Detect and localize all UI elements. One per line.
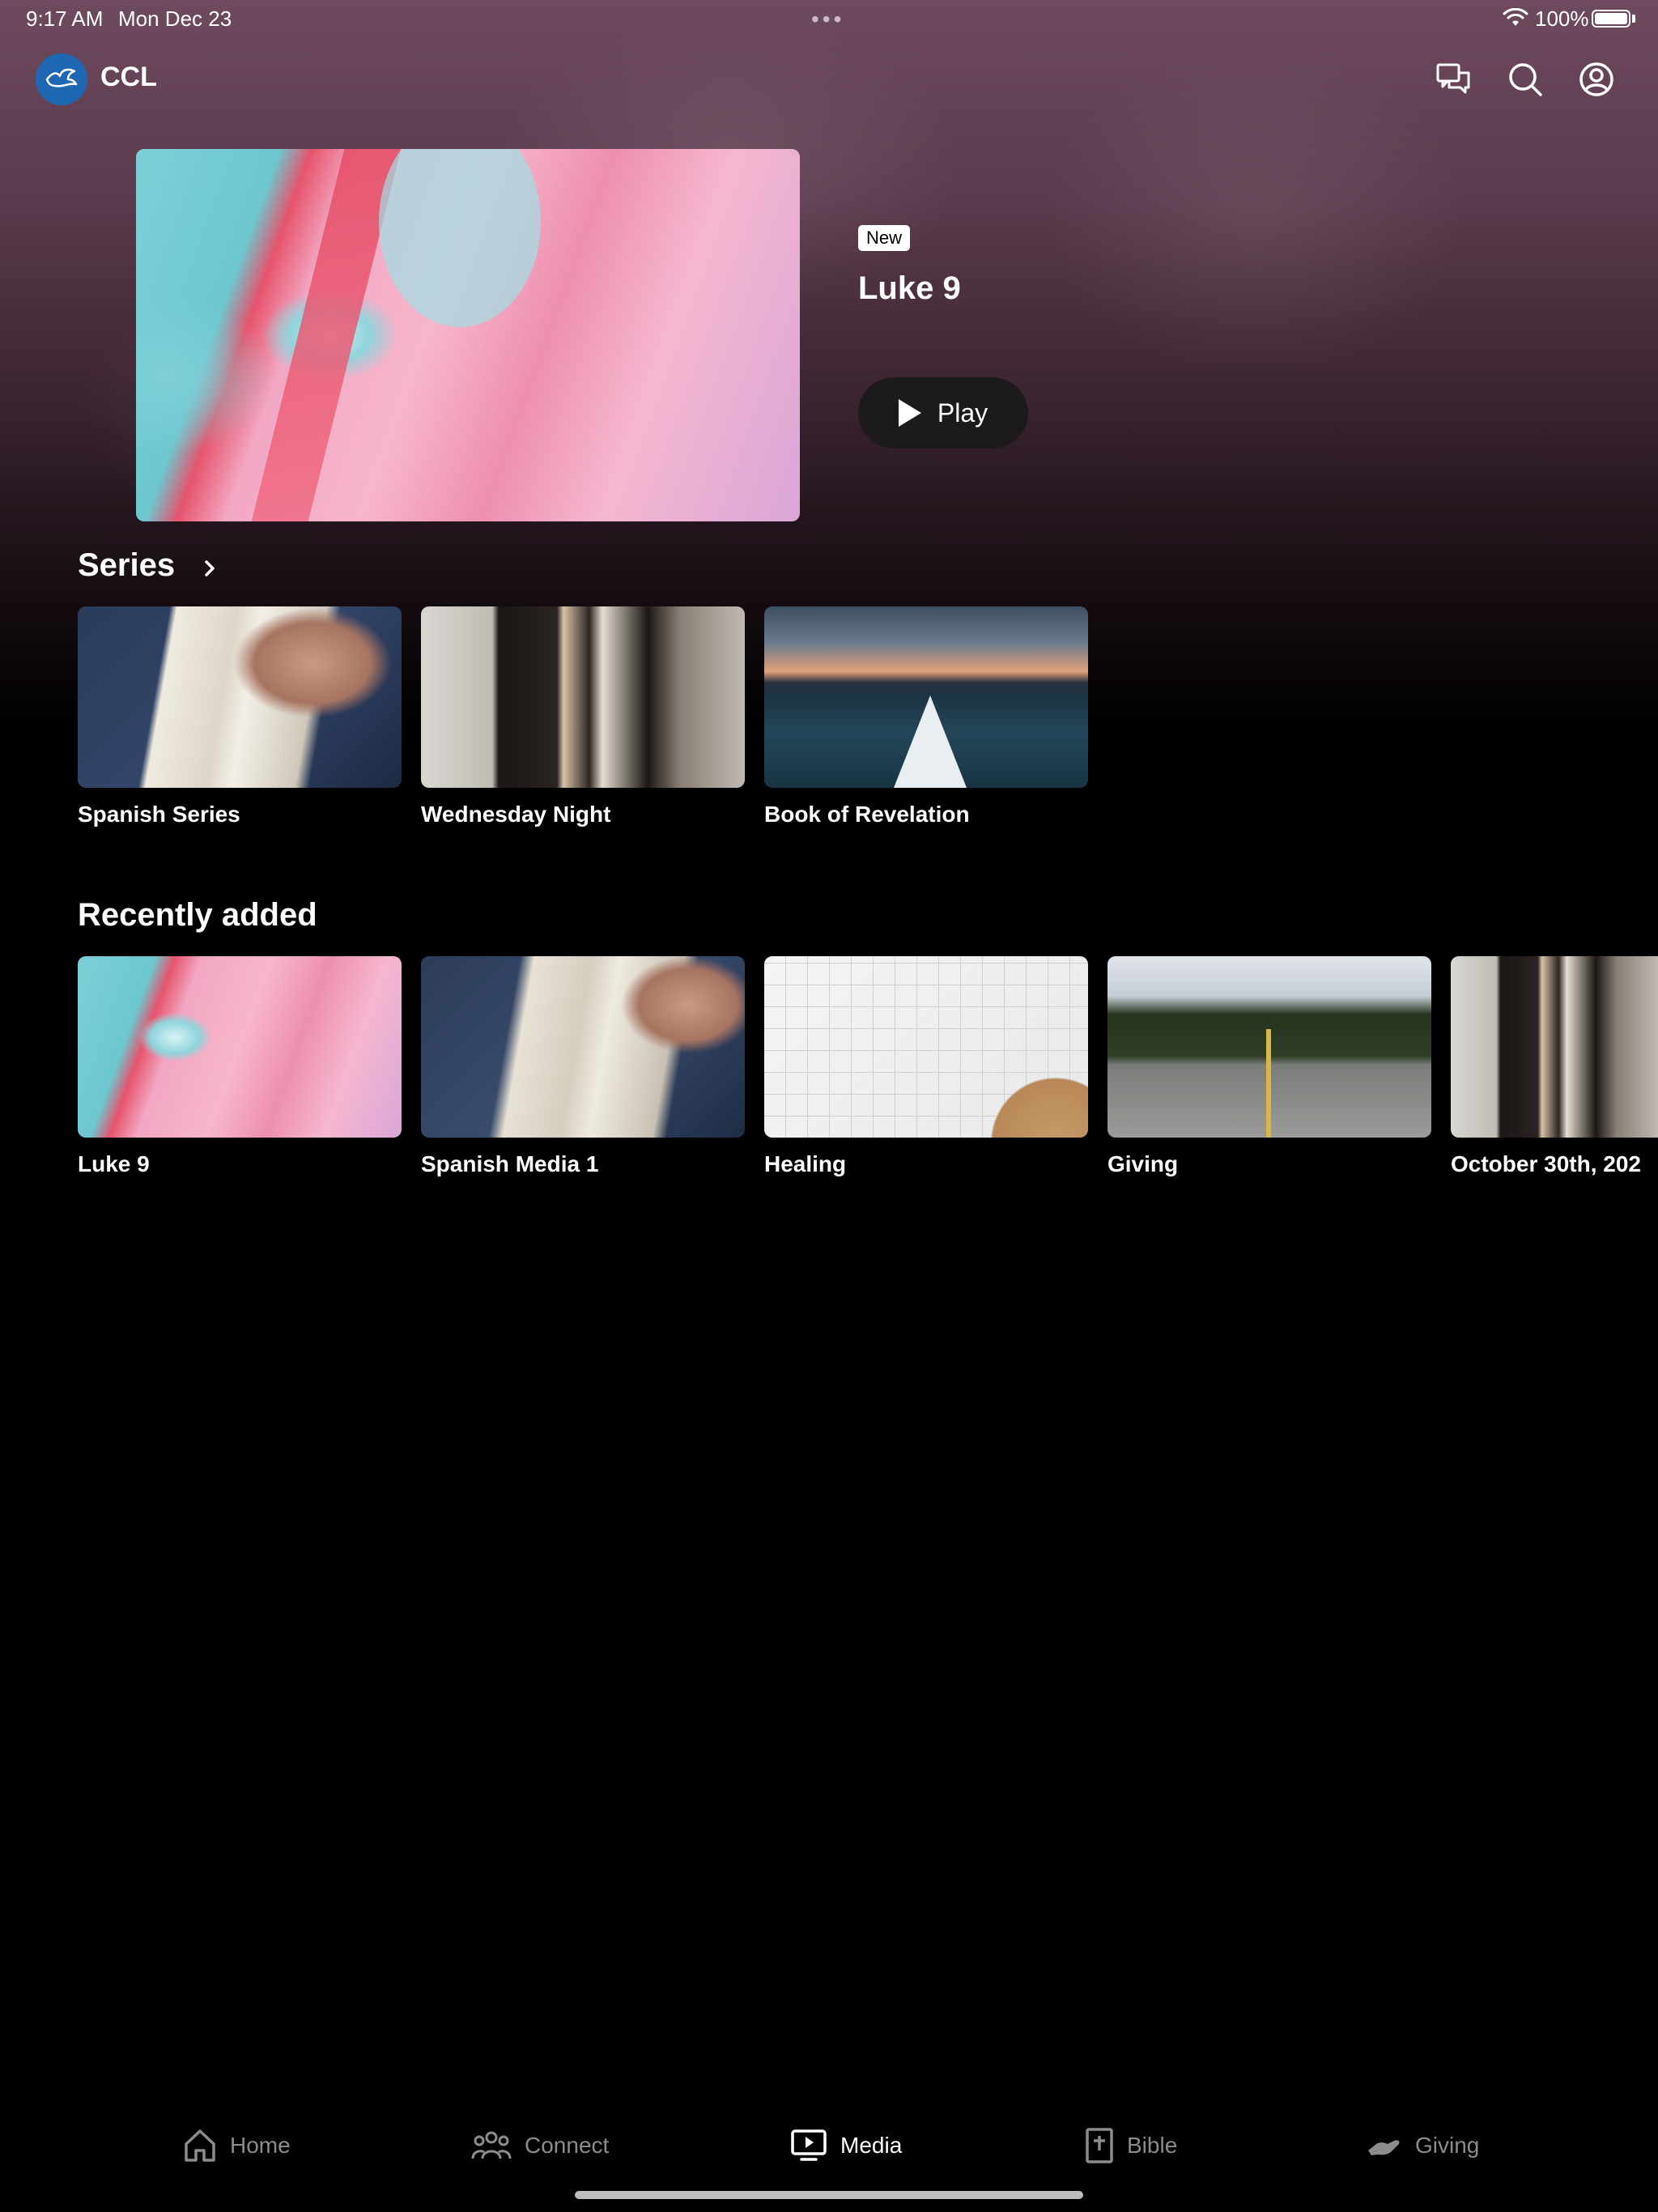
media-card-label: Giving bbox=[1107, 1151, 1179, 1176]
search-icon[interactable] bbox=[1504, 58, 1546, 100]
app-logo[interactable] bbox=[36, 53, 87, 105]
media-card-label: Luke 9 bbox=[78, 1151, 150, 1176]
featured-title: Luke 9 bbox=[858, 270, 961, 306]
media-card[interactable] bbox=[1451, 956, 1658, 1138]
series-card[interactable] bbox=[78, 606, 402, 788]
status-date: Mon Dec 23 bbox=[118, 6, 232, 31]
giving-hand-icon bbox=[1368, 2140, 1400, 2155]
people-icon bbox=[471, 2131, 512, 2159]
recently-added-heading: Recently added bbox=[78, 897, 317, 933]
series-card[interactable] bbox=[421, 606, 745, 788]
play-button[interactable]: Play bbox=[858, 377, 1028, 449]
media-card[interactable] bbox=[421, 956, 745, 1138]
dove-icon bbox=[45, 68, 78, 87]
play-label: Play bbox=[937, 398, 988, 428]
chat-icon[interactable] bbox=[1433, 58, 1475, 100]
tab-connect[interactable]: Connect bbox=[471, 2123, 609, 2168]
tv-icon bbox=[791, 2129, 827, 2161]
tab-media-label: Media bbox=[840, 2133, 903, 2158]
battery-icon bbox=[1592, 10, 1630, 28]
tab-bible[interactable]: Bible bbox=[1085, 2123, 1177, 2168]
battery-percentage: 100% bbox=[1535, 6, 1589, 31]
app-title: CCL bbox=[100, 62, 157, 92]
media-card-label: Spanish Media 1 bbox=[421, 1151, 599, 1176]
wifi-icon bbox=[1503, 8, 1528, 26]
art-streak bbox=[251, 149, 402, 521]
series-card-label: Spanish Series bbox=[78, 802, 240, 827]
tab-home[interactable]: Home bbox=[183, 2123, 291, 2168]
media-card[interactable] bbox=[764, 956, 1088, 1138]
tab-connect-label: Connect bbox=[525, 2133, 610, 2158]
chevron-right-icon[interactable] bbox=[201, 554, 220, 583]
media-card[interactable] bbox=[1107, 956, 1431, 1138]
home-icon bbox=[185, 2129, 215, 2162]
art-blob bbox=[379, 149, 541, 327]
multitasking-dots[interactable]: ••• bbox=[811, 6, 844, 32]
kayak-art bbox=[894, 696, 967, 788]
series-card-label: Wednesday Night bbox=[421, 802, 611, 827]
road-lane-art bbox=[1266, 1029, 1271, 1138]
media-card[interactable] bbox=[78, 956, 402, 1138]
status-time: 9:17 AM bbox=[26, 6, 104, 31]
media-card-label: October 30th, 202 bbox=[1451, 1151, 1641, 1176]
tab-bible-label: Bible bbox=[1127, 2133, 1178, 2158]
tab-media[interactable]: Media bbox=[790, 2123, 902, 2168]
play-icon bbox=[898, 399, 921, 427]
media-card-label: Healing bbox=[764, 1151, 847, 1176]
series-card-label: Book of Revelation bbox=[764, 802, 970, 827]
status-bar: 9:17 AM Mon Dec 23 ••• 100% bbox=[0, 0, 1658, 37]
featured-thumbnail[interactable] bbox=[136, 149, 800, 521]
tab-home-label: Home bbox=[230, 2133, 291, 2158]
series-card[interactable] bbox=[764, 606, 1088, 788]
profile-icon[interactable] bbox=[1575, 58, 1618, 100]
new-badge: New bbox=[858, 225, 911, 251]
tab-giving-label: Giving bbox=[1415, 2133, 1480, 2158]
series-heading[interactable]: Series bbox=[78, 547, 175, 584]
battery-tip bbox=[1632, 15, 1635, 23]
tab-giving[interactable]: Giving bbox=[1367, 2123, 1479, 2168]
bible-icon bbox=[1086, 2128, 1113, 2163]
home-indicator[interactable] bbox=[575, 2191, 1083, 2199]
